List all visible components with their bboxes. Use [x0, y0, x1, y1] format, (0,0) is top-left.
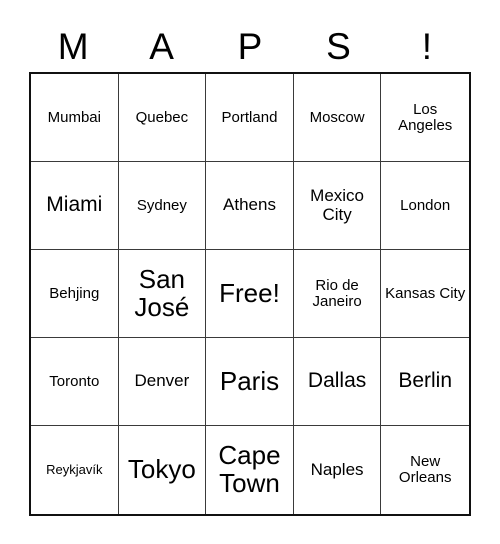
bingo-cell-label: San José: [134, 263, 190, 322]
bingo-cell[interactable]: Behjing: [31, 250, 119, 338]
bingo-cell[interactable]: Reykjavík: [31, 426, 119, 514]
bingo-cell[interactable]: Naples: [293, 426, 382, 514]
header-letter-1: M: [57, 25, 89, 67]
bingo-cell-label: Mexico City: [310, 186, 365, 224]
bingo-cell[interactable]: Berlin: [381, 338, 469, 426]
bingo-cell-label: Moscow: [309, 108, 365, 126]
bingo-cell[interactable]: Quebec: [118, 74, 207, 162]
bingo-cell[interactable]: San José: [118, 250, 207, 338]
bingo-cell[interactable]: Rio de Janeiro: [293, 250, 382, 338]
bingo-cell[interactable]: New Orleans: [381, 426, 469, 514]
bingo-cell-label: New Orleans: [398, 453, 452, 486]
bingo-cell-label: Berlin: [398, 369, 453, 393]
bingo-cell[interactable]: London: [381, 162, 469, 250]
bingo-cell-label: Kansas City: [385, 284, 466, 302]
bingo-cell-label: Free!: [219, 277, 280, 308]
bingo-cell[interactable]: Cape Town: [206, 426, 294, 514]
header-letter-2: A: [149, 25, 174, 67]
bingo-cell[interactable]: Moscow: [293, 74, 382, 162]
bingo-cell-label: Reykjavík: [46, 462, 103, 478]
bingo-cell-label: London: [400, 196, 451, 214]
bingo-cell-label: Behjing: [49, 284, 100, 302]
bingo-cell-label: Los Angeles: [398, 100, 453, 134]
bingo-cell[interactable]: Portland: [206, 74, 294, 162]
bingo-cell[interactable]: Kansas City: [381, 250, 469, 338]
bingo-cell-label: Paris: [219, 365, 280, 396]
bingo-cell-label: Rio de Janeiro: [312, 276, 362, 310]
bingo-cell[interactable]: Dallas: [293, 338, 382, 426]
bingo-cell-label: Toronto: [49, 372, 100, 390]
bingo-cell-label: Naples: [310, 459, 364, 479]
bingo-card: M A P S ! Mumbai Quebec Portland Moscow …: [0, 0, 500, 544]
bingo-cell-label: Tokyo: [127, 454, 196, 485]
bingo-cell-free[interactable]: Free!: [206, 250, 294, 338]
bingo-cell-label: Denver: [134, 371, 190, 391]
bingo-cell[interactable]: Denver: [118, 338, 207, 426]
bingo-cell[interactable]: Paris: [206, 338, 294, 426]
bingo-header: M A P S !: [29, 22, 471, 70]
bingo-cell[interactable]: Mumbai: [31, 74, 119, 162]
bingo-cell-label: Mumbai: [47, 108, 101, 126]
bingo-cell-label: Portland: [221, 108, 278, 126]
bingo-cell[interactable]: Mexico City: [293, 162, 382, 250]
bingo-cell[interactable]: Miami: [31, 162, 119, 250]
header-letter-5: !: [421, 25, 432, 67]
bingo-cell[interactable]: Toronto: [31, 338, 119, 426]
bingo-cell-label: Dallas: [307, 369, 367, 393]
bingo-cell-label: Cape Town: [218, 440, 281, 498]
bingo-cell-label: Quebec: [135, 108, 189, 126]
bingo-cell[interactable]: Los Angeles: [381, 74, 469, 162]
bingo-cell-label: Sydney: [136, 196, 187, 214]
bingo-cell-label: Athens: [223, 195, 276, 215]
header-letter-4: S: [326, 25, 351, 67]
bingo-grid: Mumbai Quebec Portland Moscow Los Angele…: [29, 72, 471, 516]
bingo-cell[interactable]: Sydney: [118, 162, 207, 250]
header-letter-3: P: [237, 25, 263, 67]
bingo-cell[interactable]: Tokyo: [118, 426, 207, 514]
bingo-cell-label: Miami: [46, 193, 103, 217]
bingo-cell[interactable]: Athens: [206, 162, 294, 250]
